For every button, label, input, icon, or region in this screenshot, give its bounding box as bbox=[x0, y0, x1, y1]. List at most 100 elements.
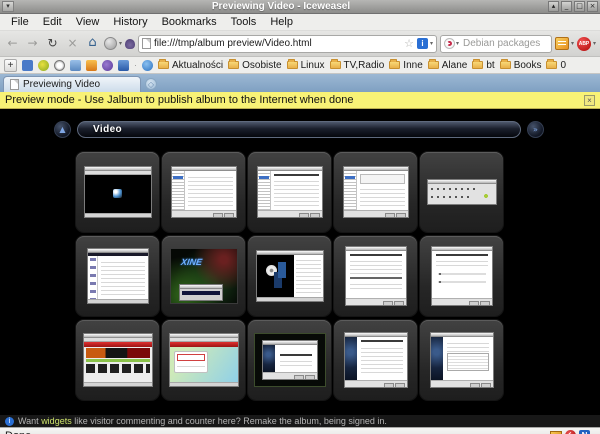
home-button[interactable]: ⌂ bbox=[84, 35, 101, 52]
thumbnail-row: XINE bbox=[76, 236, 600, 316]
widgets-link[interactable]: widgets bbox=[41, 416, 72, 426]
grapes-icon[interactable] bbox=[102, 60, 113, 71]
thumbnail-preferences-2[interactable] bbox=[248, 152, 331, 232]
minimize-button[interactable]: _ bbox=[561, 1, 572, 12]
menu-history[interactable]: History bbox=[106, 14, 154, 30]
xine-logo: XINE bbox=[180, 257, 202, 267]
bookmark-folder-aktualnosci[interactable]: Aktualności bbox=[158, 60, 223, 71]
urlbar-dropdown-icon[interactable]: ▾ bbox=[430, 40, 433, 47]
mini-split bbox=[344, 171, 408, 210]
bookmark-label: TV,Radio bbox=[344, 60, 385, 71]
thumbnail-wizard-options[interactable] bbox=[420, 236, 503, 316]
thumbnail-xine[interactable]: XINE bbox=[162, 236, 245, 316]
back-button[interactable]: ← bbox=[4, 35, 21, 52]
thumb-mixer-window bbox=[427, 179, 497, 205]
notification-close-icon[interactable]: × bbox=[584, 95, 595, 106]
mini-video-thumbs bbox=[86, 348, 150, 358]
bookmark-folder-0[interactable]: 0 bbox=[546, 60, 566, 71]
shade-button[interactable]: ▴ bbox=[548, 1, 559, 12]
thumbnail-preferences-3[interactable] bbox=[334, 152, 417, 232]
url-bar[interactable]: file:///tmp/album preview/Video.html ☆ i… bbox=[138, 35, 437, 53]
menu-help[interactable]: Help bbox=[263, 14, 300, 30]
window-menu-button[interactable]: ▾ bbox=[2, 1, 14, 12]
scrapbook-icon[interactable] bbox=[555, 37, 569, 50]
search-engine-dropdown-icon[interactable]: ▾ bbox=[456, 40, 459, 47]
info-badge-icon[interactable]: i bbox=[417, 38, 428, 49]
noscript-status-icon[interactable]: N bbox=[579, 430, 590, 434]
mini-paragraph bbox=[436, 258, 488, 268]
menu-view[interactable]: View bbox=[69, 14, 107, 30]
lamp-icon[interactable] bbox=[86, 60, 97, 71]
adblock-status-icon[interactable] bbox=[565, 430, 576, 434]
thumbnail-browser-site[interactable] bbox=[76, 320, 159, 400]
mini-body bbox=[88, 256, 148, 299]
close-button[interactable]: × bbox=[587, 1, 598, 12]
mini-buttons bbox=[432, 298, 492, 305]
adblock-dropdown-icon[interactable]: ▾ bbox=[593, 40, 596, 47]
bookmark-folder-tvradio[interactable]: TV,Radio bbox=[330, 60, 385, 71]
album-up-button[interactable]: ▲ bbox=[54, 121, 71, 138]
search-bar[interactable]: ▾ bbox=[440, 35, 552, 53]
mini-radio-options bbox=[438, 271, 486, 285]
menu-tools[interactable]: Tools bbox=[224, 14, 264, 30]
thumbnail-media-player[interactable] bbox=[76, 152, 159, 232]
scrapbook-status-icon[interactable] bbox=[550, 431, 562, 434]
mini-text-area bbox=[275, 345, 317, 372]
menu-file[interactable]: File bbox=[4, 14, 36, 30]
mini-paragraph bbox=[350, 258, 402, 274]
mini-lines bbox=[361, 345, 403, 375]
forward-button[interactable]: → bbox=[24, 35, 41, 52]
url-text[interactable]: file:///tmp/album preview/Video.html bbox=[154, 38, 401, 49]
reload-button[interactable]: ↻ bbox=[44, 35, 61, 52]
paw-extension-icon[interactable] bbox=[125, 39, 135, 49]
scrapbook-dropdown-icon[interactable]: ▾ bbox=[571, 40, 574, 47]
thumbnail-grid: XINE bbox=[76, 152, 600, 400]
thumbnail-mixer[interactable] bbox=[420, 152, 503, 232]
thumbnail-cd-player[interactable] bbox=[248, 236, 331, 316]
globe-icon[interactable] bbox=[142, 60, 153, 71]
extension-dropdown-icon[interactable]: ▾ bbox=[119, 40, 122, 47]
bookmark-folder-inne[interactable]: Inne bbox=[389, 60, 422, 71]
bookmark-folder-bt[interactable]: bt bbox=[472, 60, 494, 71]
menu-bookmarks[interactable]: Bookmarks bbox=[155, 14, 224, 30]
bookmark-star-icon[interactable]: ☆ bbox=[404, 39, 414, 49]
bookmark-folder-alane[interactable]: Alane bbox=[428, 60, 468, 71]
thumb-settings-window bbox=[87, 248, 149, 304]
thumbnail-realplayer-welcome[interactable] bbox=[248, 320, 331, 400]
mini-body bbox=[170, 347, 238, 382]
thumb-cd-player bbox=[256, 250, 324, 302]
thumbnail-preferences-1[interactable] bbox=[162, 152, 245, 232]
thumbnail-browser-page[interactable] bbox=[162, 320, 245, 400]
mini-fieldset bbox=[360, 174, 405, 184]
thumbnail-installer-info[interactable] bbox=[334, 320, 417, 400]
adblock-plus-icon[interactable]: ABP bbox=[577, 37, 591, 51]
thumbnail-wizard-welcome[interactable] bbox=[334, 236, 417, 316]
tab-previewing-video[interactable]: Previewing Video bbox=[3, 76, 141, 92]
bookmark-folder-osobiste[interactable]: Osobiste bbox=[228, 60, 281, 71]
album-next-button[interactable]: » bbox=[527, 121, 544, 138]
extension-circle-icon[interactable] bbox=[104, 37, 117, 50]
menu-edit[interactable]: Edit bbox=[36, 14, 69, 30]
installer-side-graphic bbox=[431, 337, 443, 380]
bookmark-folder-books[interactable]: Books bbox=[500, 60, 542, 71]
maximize-button[interactable]: □ bbox=[574, 1, 585, 12]
mail-icon[interactable] bbox=[70, 60, 81, 71]
stop-button[interactable]: × bbox=[64, 35, 81, 52]
floppy-icon[interactable] bbox=[118, 60, 129, 71]
clock-icon[interactable] bbox=[54, 60, 65, 71]
thumb-wizard-options bbox=[431, 246, 493, 306]
bookmark-folder-linux[interactable]: Linux bbox=[287, 60, 325, 71]
thumb-xine-desktop: XINE bbox=[170, 248, 238, 304]
thumbnail-installer-license[interactable] bbox=[420, 320, 503, 400]
window-icon[interactable] bbox=[22, 60, 33, 71]
search-input[interactable] bbox=[461, 37, 548, 50]
thumbnail-settings[interactable] bbox=[76, 236, 159, 316]
mini-split bbox=[345, 337, 407, 380]
album-footer-bar: i Want widgets like visitor commenting a… bbox=[0, 414, 600, 427]
thumb-browser-video-site bbox=[83, 333, 153, 387]
plus-icon[interactable]: + bbox=[4, 59, 17, 72]
bird-icon[interactable] bbox=[38, 60, 49, 71]
new-tab-button[interactable]: ◇ bbox=[145, 78, 157, 90]
folder-icon bbox=[428, 61, 439, 69]
search-engine-debian-icon[interactable] bbox=[444, 38, 455, 49]
